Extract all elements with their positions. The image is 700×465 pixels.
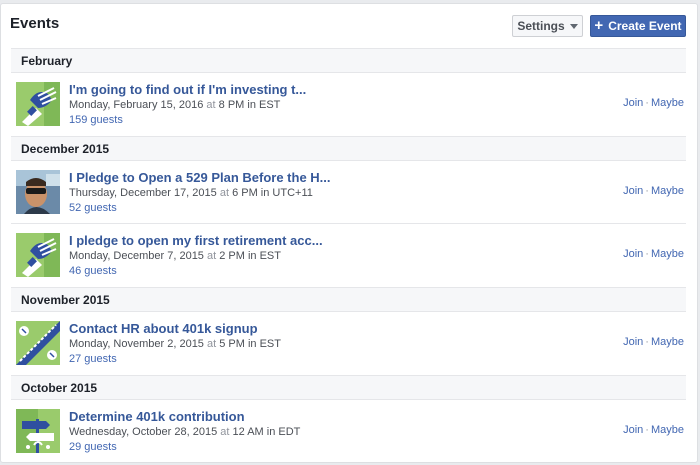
maybe-link[interactable]: Maybe — [651, 97, 684, 109]
event-row: Determine 401k contribution Wednesday, O… — [11, 400, 686, 463]
event-datetime: Wednesday, October 28, 2015 at 12 AM in … — [69, 425, 569, 440]
event-row: I Pledge to Open a 529 Plan Before the H… — [11, 161, 686, 224]
event-actions: Join · Maybe — [623, 248, 684, 260]
event-time: 6 PM in UTC+11 — [232, 187, 313, 199]
create-event-label: Create Event — [608, 19, 682, 33]
separator-dot: · — [645, 185, 649, 197]
events-list: February I'm going to find out if I'm in… — [11, 48, 686, 463]
separator-dot: · — [645, 424, 649, 436]
event-guests[interactable]: 27 guests — [69, 352, 569, 367]
event-date: Monday, November 2, 2015 — [69, 338, 204, 350]
settings-label: Settings — [517, 19, 565, 33]
join-link[interactable]: Join — [623, 424, 643, 436]
section-header-february: February — [11, 48, 686, 73]
event-time: 12 AM in EDT — [232, 426, 301, 438]
event-time: 2 PM in EST — [219, 250, 281, 262]
events-panel: Events Settings + Create Event February — [0, 3, 698, 463]
events-header: Events Settings + Create Event — [1, 4, 697, 48]
event-date: Wednesday, October 28, 2015 — [69, 426, 218, 438]
maybe-link[interactable]: Maybe — [651, 248, 684, 260]
event-date: Monday, February 15, 2016 — [69, 99, 204, 111]
zipper-thumbnail[interactable] — [16, 321, 60, 365]
signpost-thumbnail[interactable] — [16, 409, 60, 453]
event-date: Thursday, December 17, 2015 — [69, 187, 217, 199]
event-date: Monday, December 7, 2015 — [69, 250, 204, 262]
join-link[interactable]: Join — [623, 248, 643, 260]
event-at: at — [219, 187, 230, 199]
event-at: at — [207, 338, 217, 350]
join-link[interactable]: Join — [623, 185, 643, 197]
event-at: at — [207, 250, 217, 262]
event-title[interactable]: Contact HR about 401k signup — [69, 321, 569, 337]
separator-dot: · — [645, 336, 649, 348]
event-datetime: Thursday, December 17, 2015 at 6 PM in U… — [69, 186, 569, 201]
event-row: Contact HR about 401k signup Monday, Nov… — [11, 312, 686, 375]
section-header-november-2015: November 2015 — [11, 287, 686, 312]
event-title[interactable]: Determine 401k contribution — [69, 409, 569, 425]
maybe-link[interactable]: Maybe — [651, 336, 684, 348]
event-actions: Join · Maybe — [623, 336, 684, 348]
separator-dot: · — [645, 97, 649, 109]
caret-down-icon — [569, 24, 578, 29]
maybe-link[interactable]: Maybe — [651, 185, 684, 197]
event-datetime: Monday, December 7, 2015 at 2 PM in EST — [69, 249, 569, 264]
handshake-thumbnail[interactable] — [16, 233, 60, 277]
join-link[interactable]: Join — [623, 97, 643, 109]
page-title: Events — [10, 15, 60, 32]
plus-icon: + — [594, 17, 604, 34]
person-photo-thumbnail[interactable] — [16, 170, 60, 214]
event-actions: Join · Maybe — [623, 185, 684, 197]
event-time: 5 PM in EST — [219, 338, 281, 350]
event-title[interactable]: I Pledge to Open a 529 Plan Before the H… — [69, 170, 569, 186]
event-time: 8 PM in EST — [218, 99, 281, 111]
event-datetime: Monday, February 15, 2016 at 8 PM in EST — [69, 98, 569, 113]
event-guests[interactable]: 159 guests — [69, 113, 569, 128]
event-guests[interactable]: 52 guests — [69, 201, 569, 216]
event-title[interactable]: I'm going to find out if I'm investing t… — [69, 82, 569, 98]
maybe-link[interactable]: Maybe — [651, 424, 684, 436]
event-title[interactable]: I pledge to open my first retirement acc… — [69, 233, 569, 249]
event-at: at — [220, 426, 230, 438]
settings-button[interactable]: Settings — [512, 15, 583, 37]
section-header-december-2015: December 2015 — [11, 136, 686, 161]
handshake-thumbnail[interactable] — [16, 82, 60, 126]
join-link[interactable]: Join — [623, 336, 643, 348]
event-at: at — [206, 99, 216, 111]
event-guests[interactable]: 29 guests — [69, 440, 569, 455]
event-row: I'm going to find out if I'm investing t… — [11, 73, 686, 136]
create-event-button[interactable]: + Create Event — [590, 15, 686, 37]
event-actions: Join · Maybe — [623, 424, 684, 436]
section-header-october-2015: October 2015 — [11, 375, 686, 400]
event-row: I pledge to open my first retirement acc… — [11, 224, 686, 287]
separator-dot: · — [645, 248, 649, 260]
event-actions: Join · Maybe — [623, 97, 684, 109]
event-datetime: Monday, November 2, 2015 at 5 PM in EST — [69, 337, 569, 352]
event-guests[interactable]: 46 guests — [69, 264, 569, 279]
